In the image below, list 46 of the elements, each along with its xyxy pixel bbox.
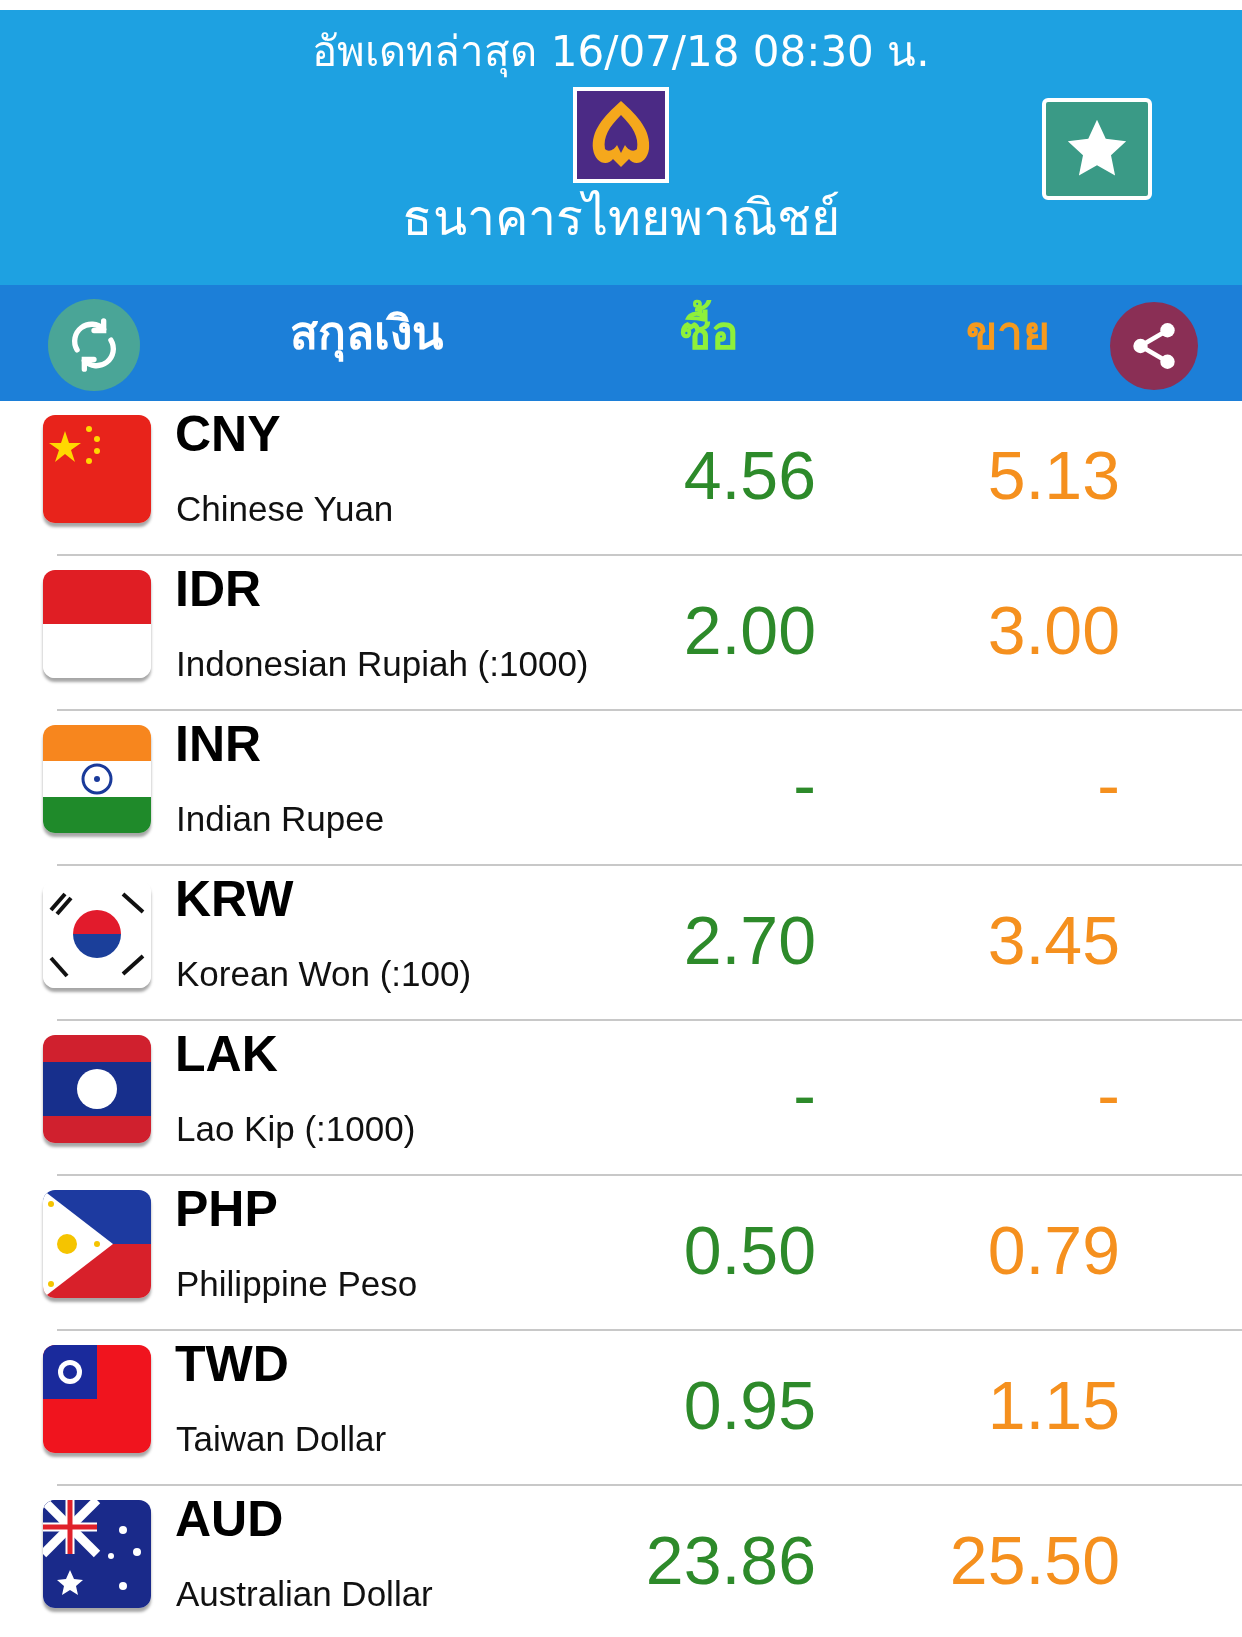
sell-rate: 3.00	[987, 596, 1120, 664]
bank-name: ธนาคารไทยพาณิชย์	[402, 188, 840, 249]
currency-name: Lao Kip (:1000)	[176, 1111, 416, 1146]
buy-rate: 2.00	[683, 596, 816, 664]
currency-name: Philippine Peso	[176, 1266, 418, 1301]
currency-heading: สกุลเงิน	[290, 305, 443, 364]
currency-code: PHP	[175, 1184, 278, 1234]
buy-rate: -	[793, 751, 816, 819]
currency-code: AUD	[175, 1494, 284, 1544]
flag-icon	[43, 415, 151, 523]
currency-code: INR	[175, 719, 262, 769]
flag-icon	[43, 570, 151, 678]
buy-rate: 2.70	[683, 906, 816, 974]
sell-rate: 3.45	[987, 906, 1120, 974]
currency-code: IDR	[175, 564, 262, 614]
currency-name: Indonesian Rupiah (:1000)	[176, 646, 589, 681]
sell-rate: 5.13	[987, 441, 1120, 509]
sell-heading: ขาย	[966, 305, 1050, 362]
currency-name: Chinese Yuan	[176, 491, 394, 526]
sell-rate: -	[1097, 751, 1120, 819]
flag-icon	[43, 725, 151, 833]
buy-heading: ซื้อ	[680, 297, 739, 371]
currency-name: Taiwan Dollar	[176, 1421, 387, 1456]
buy-rate: 23.86	[645, 1526, 816, 1594]
flag-icon	[43, 880, 151, 988]
buy-rate: 4.56	[683, 441, 816, 509]
flag-icon	[43, 1500, 151, 1608]
buy-rate: 0.95	[683, 1371, 816, 1439]
favorite-button[interactable]	[1042, 98, 1152, 200]
sell-rate: -	[1097, 1061, 1120, 1129]
currency-name: Korean Won (:100)	[176, 956, 472, 991]
buy-rate: 0.50	[683, 1216, 816, 1284]
currency-code: CNY	[175, 409, 281, 459]
flag-icon	[43, 1190, 151, 1298]
currency-code: TWD	[175, 1339, 289, 1389]
currency-name: Indian Rupee	[176, 801, 385, 836]
update-time: อัพเดทล่าสุด 16/07/18 08:30 น.	[312, 26, 930, 80]
currency-code: LAK	[175, 1029, 278, 1079]
sell-rate: 1.15	[987, 1371, 1120, 1439]
sell-rate: 0.79	[987, 1216, 1120, 1284]
sell-rate: 25.50	[949, 1526, 1120, 1594]
flag-icon	[43, 1035, 151, 1143]
flag-icon	[43, 1345, 151, 1453]
currency-name: Australian Dollar	[176, 1576, 433, 1611]
currency-code: KRW	[175, 874, 294, 924]
buy-rate: -	[793, 1061, 816, 1129]
